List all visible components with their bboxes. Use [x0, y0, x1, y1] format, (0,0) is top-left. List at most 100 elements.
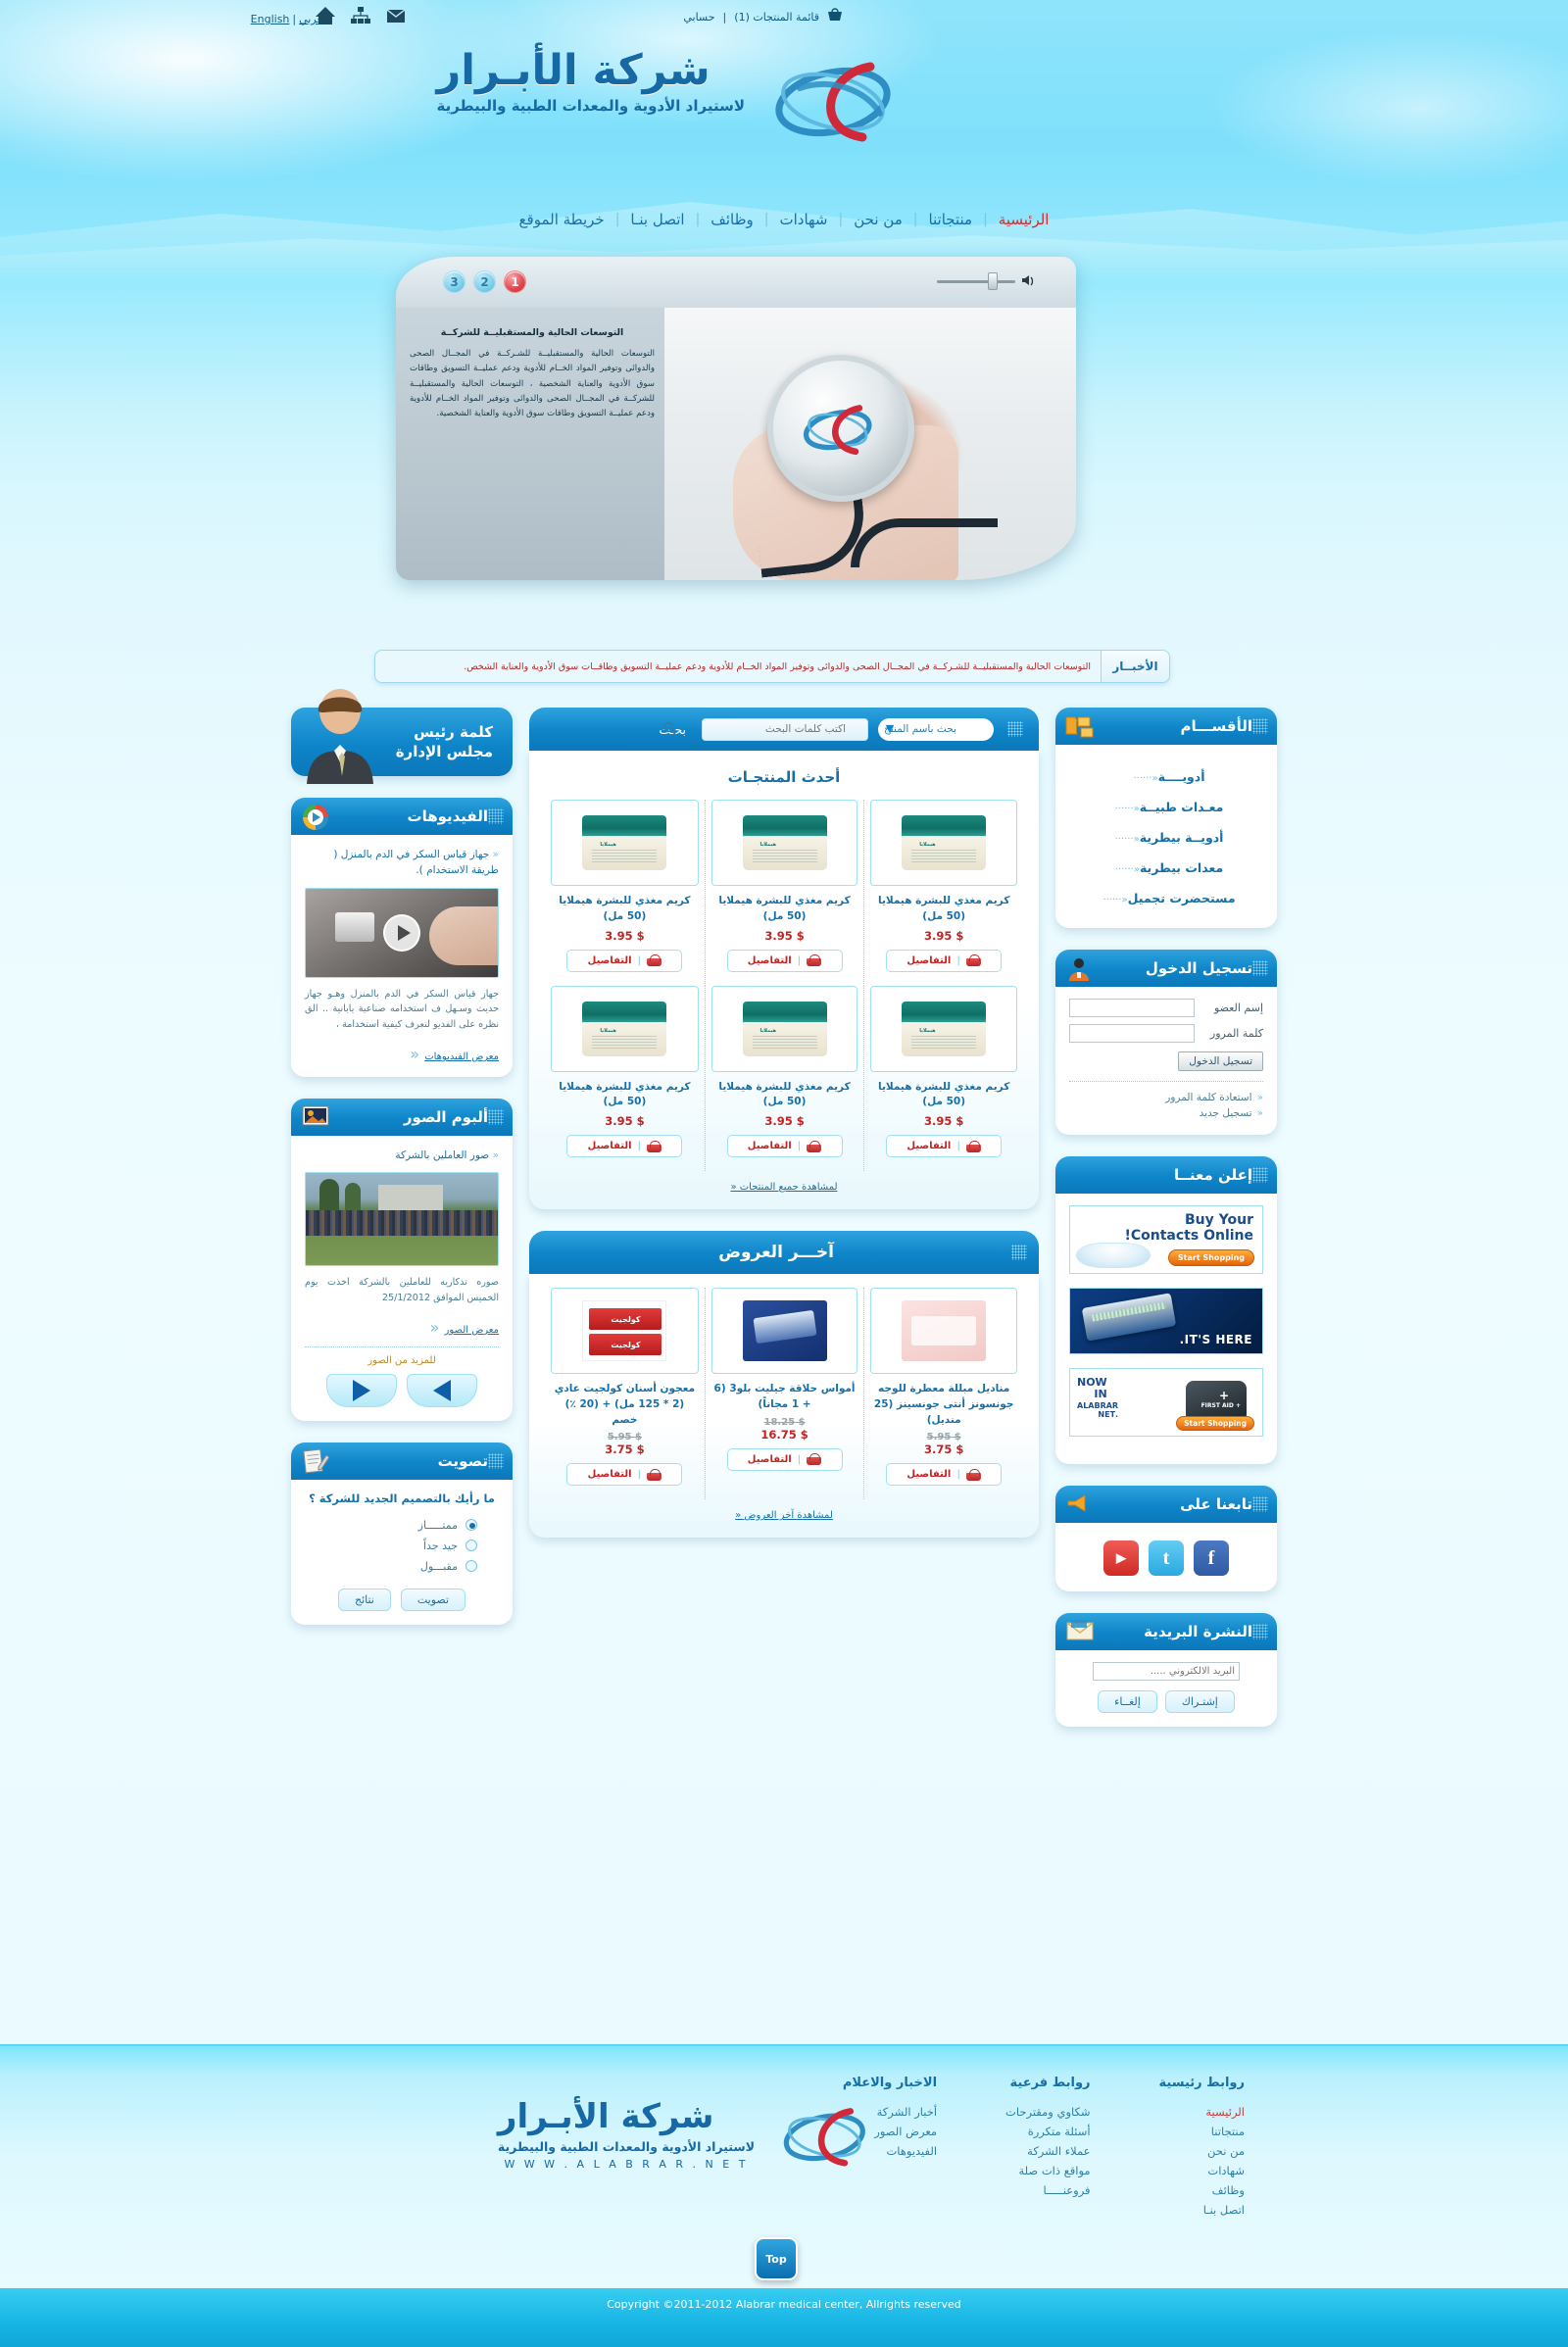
- ad-razor[interactable]: IT'S HERE.: [1069, 1288, 1263, 1354]
- ad-contacts-online[interactable]: Buy Your Contacts Online! Start Shopping: [1069, 1205, 1263, 1274]
- nav-item-jobs[interactable]: وظائف: [700, 211, 763, 228]
- product-name[interactable]: كريم مغذي للبشرة هيملايا (50 مل): [711, 1080, 858, 1111]
- footer-link[interactable]: الرئيسية: [1159, 2102, 1245, 2122]
- lang-english-link[interactable]: English: [251, 13, 290, 25]
- volume-slider[interactable]: [937, 272, 1015, 290]
- cart-icon[interactable]: [965, 954, 981, 966]
- speaker-icon[interactable]: [1021, 272, 1037, 291]
- product-image[interactable]: هيملايا: [551, 985, 699, 1072]
- ad-first-aid[interactable]: NOW IN ALABRAR .NET + + FIRST AID Start Sh…: [1069, 1368, 1263, 1437]
- newsletter-subscribe-button[interactable]: إشتـراك: [1164, 1690, 1235, 1713]
- footer-link[interactable]: أسئلة متكررة: [1005, 2122, 1091, 2141]
- slider-bullet-3[interactable]: 3: [443, 270, 466, 293]
- videos-more-link[interactable]: معرض الفيديوهات «: [305, 1045, 499, 1063]
- arrow-left-icon[interactable]: [407, 1373, 477, 1407]
- details-label[interactable]: التفاصيل: [906, 955, 951, 966]
- video-title-text[interactable]: جهاز قياس السكر في الدم بالمنزل ( طريقة …: [333, 849, 499, 876]
- account-link[interactable]: حسابي: [683, 11, 714, 24]
- videos-gallery-link[interactable]: معرض الفيديوهات: [424, 1051, 499, 1062]
- offer-actions[interactable]: | التفاصيل: [566, 1463, 683, 1487]
- video-thumbnail[interactable]: [305, 887, 499, 978]
- cart-icon[interactable]: [807, 1140, 822, 1152]
- all-products-link[interactable]: لمشاهدة جميع المنتجات «: [730, 1182, 837, 1193]
- footer-link[interactable]: وظائف: [1159, 2180, 1245, 2200]
- sitemap-icon[interactable]: [350, 6, 371, 29]
- footer-link[interactable]: اتصل بنـا: [1159, 2200, 1245, 2220]
- radio-button[interactable]: [466, 1540, 477, 1552]
- home-icon[interactable]: [315, 6, 336, 29]
- volume-slider-handle[interactable]: [988, 272, 998, 290]
- category-link[interactable]: مستحضرت تجميل: [1128, 891, 1236, 905]
- category-item[interactable]: معـدات طبيــة«······: [1069, 791, 1263, 821]
- cart-icon[interactable]: [647, 954, 662, 966]
- cart-icon[interactable]: [807, 1453, 822, 1465]
- facebook-icon[interactable]: f: [1194, 1540, 1229, 1576]
- footer-link[interactable]: فروعنـــــا: [1005, 2180, 1090, 2200]
- poll-results-button[interactable]: نتائج: [337, 1588, 391, 1611]
- category-item[interactable]: أدويــة بيطرية«······: [1069, 821, 1263, 852]
- offer-image[interactable]: كولجيت كولجيت: [551, 1288, 699, 1374]
- scroll-to-top-button[interactable]: Top: [755, 2237, 798, 2280]
- cart-link[interactable]: قائمة المنتجات (1): [734, 11, 819, 24]
- product-name[interactable]: كريم مغذي للبشرة هيملايا (50 مل): [870, 894, 1017, 925]
- details-label[interactable]: التفاصيل: [588, 955, 632, 966]
- category-link[interactable]: أدويــــة: [1158, 769, 1205, 784]
- arrow-right-icon[interactable]: [326, 1373, 397, 1407]
- details-label[interactable]: التفاصيل: [588, 1469, 632, 1480]
- chevron-down-icon[interactable]: ▼: [882, 721, 898, 737]
- product-name[interactable]: كريم مغذي للبشرة هيملايا (50 مل): [551, 1080, 699, 1111]
- nav-item-products[interactable]: منتجاتنا: [917, 211, 983, 228]
- news-ticker-text[interactable]: التوسعات الحالية والمستقبليــة للشـركــة…: [375, 661, 1101, 672]
- poll-option[interactable]: مقبـــول: [305, 1556, 499, 1577]
- footer-link[interactable]: عملاء الشركة: [1005, 2141, 1090, 2161]
- details-label[interactable]: التفاصيل: [588, 1141, 632, 1151]
- nav-item-certificates[interactable]: شهادات: [768, 211, 838, 228]
- nav-item-contact[interactable]: اتصل بنـا: [619, 211, 695, 228]
- footer-logo-icon[interactable]: [774, 2100, 882, 2171]
- category-item[interactable]: معدات بيطرية«······: [1069, 852, 1263, 882]
- slider-bullet-1[interactable]: 1: [504, 270, 526, 293]
- offer-name[interactable]: مناديل مبللة معطرة للوجه جونسونز أنتى جو…: [870, 1382, 1017, 1428]
- product-actions[interactable]: | التفاصيل: [566, 1135, 683, 1157]
- product-actions[interactable]: | التفاصيل: [566, 949, 683, 972]
- slider-bullet-2[interactable]: 2: [473, 270, 496, 293]
- footer-link[interactable]: منتجاتنا: [1159, 2122, 1245, 2141]
- product-name[interactable]: كريم مغذي للبشرة هيملايا (50 مل): [551, 894, 699, 925]
- newsletter-email-input[interactable]: [1093, 1662, 1240, 1681]
- product-actions[interactable]: | التفاصيل: [886, 1135, 1003, 1157]
- volume-control[interactable]: [937, 272, 1037, 291]
- play-icon[interactable]: [383, 913, 420, 952]
- cart-icon[interactable]: [965, 1468, 981, 1481]
- register-link[interactable]: « تسجيل جديد: [1069, 1105, 1263, 1121]
- all-offers-link[interactable]: لمشاهدة آخر العروض «: [735, 1510, 833, 1521]
- mail-icon[interactable]: [385, 6, 407, 29]
- newsletter-unsubscribe-button[interactable]: إلغــاء: [1098, 1690, 1157, 1713]
- product-actions[interactable]: | التفاصيل: [726, 949, 843, 972]
- offer-actions[interactable]: | التفاصيل: [886, 1463, 1003, 1487]
- ad1-start-shopping-button[interactable]: Start Shopping: [1167, 1249, 1254, 1266]
- radio-button[interactable]: [466, 1560, 477, 1573]
- offer-name[interactable]: أمواس حلاقة جيليت بلو3 (6 + 1 مجاناً): [711, 1382, 858, 1413]
- radio-button[interactable]: [466, 1519, 477, 1532]
- category-item[interactable]: مستحضرت تجميل«······: [1069, 882, 1263, 912]
- cart-icon[interactable]: [965, 1140, 981, 1152]
- nav-item-sitemap[interactable]: خريطة الموقع: [509, 211, 615, 228]
- album-gallery-link[interactable]: معرض الصور: [445, 1325, 499, 1336]
- nav-item-home[interactable]: الرئيسية: [988, 211, 1060, 228]
- product-name[interactable]: كريم مغذي للبشرة هيملايا (50 مل): [870, 1080, 1017, 1111]
- footer-link[interactable]: من نحن: [1159, 2141, 1245, 2161]
- details-label[interactable]: التفاصيل: [906, 1469, 951, 1480]
- login-password-input[interactable]: [1069, 1024, 1195, 1043]
- poll-option[interactable]: جيد جداً: [305, 1536, 499, 1556]
- category-item[interactable]: أدويــــة«······: [1069, 760, 1263, 791]
- album-more-link[interactable]: معرض الصور «: [305, 1318, 499, 1337]
- cart-glyph-icon[interactable]: [827, 8, 843, 25]
- product-image[interactable]: هيملايا: [710, 800, 858, 886]
- details-label[interactable]: التفاصيل: [748, 1141, 792, 1151]
- category-link[interactable]: أدويــة بيطرية: [1140, 830, 1224, 845]
- twitter-icon[interactable]: t: [1149, 1540, 1184, 1576]
- album-thumbnail[interactable]: [305, 1172, 499, 1267]
- product-image[interactable]: هيملايا: [551, 800, 699, 886]
- footer-link[interactable]: مواقع ذات صلة: [1005, 2161, 1090, 2180]
- product-image[interactable]: هيملايا: [870, 800, 1017, 886]
